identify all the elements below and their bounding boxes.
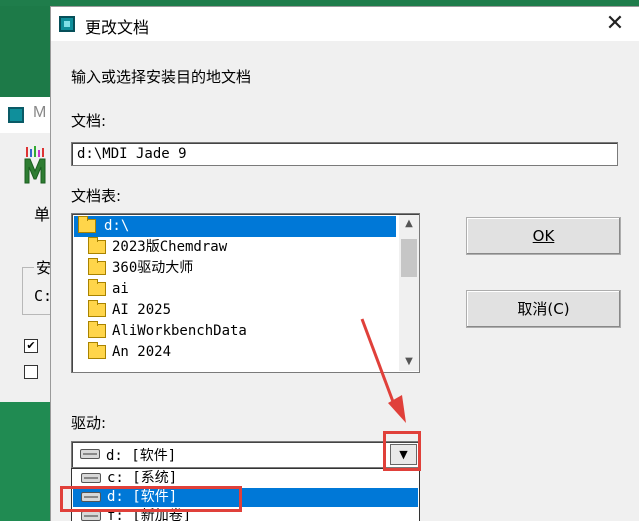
close-button[interactable]: ✕: [597, 10, 633, 38]
drive-icon: [81, 473, 101, 483]
folder-list-item[interactable]: ai: [74, 279, 398, 300]
folder-icon: [88, 237, 106, 254]
drive-icon: [81, 511, 101, 521]
folder-name: 2023版Chemdraw: [112, 239, 228, 255]
folder-name: AI 2025: [112, 302, 172, 318]
annotation-highlight-dropdown: [383, 431, 421, 471]
mdi-logo-icon: [24, 146, 46, 184]
cancel-button[interactable]: 取消(C): [466, 290, 621, 328]
instruction-text: 输入或选择安装目的地文档: [71, 68, 252, 86]
folder-icon: [88, 321, 106, 338]
folder-name: ai: [112, 281, 129, 297]
folder-name: 360驱动大师: [112, 260, 194, 276]
folder-list-label: 文档表:: [71, 187, 122, 205]
drive-select[interactable]: d: [软件] ▼: [71, 441, 420, 468]
desktop-background-strip: [0, 402, 50, 521]
ok-button-label: OK: [532, 227, 555, 245]
folder-icon: [88, 342, 106, 359]
background-checkbox-1[interactable]: ✔: [24, 339, 38, 353]
folder-open-icon: [78, 216, 96, 233]
folder-icon: [88, 258, 106, 275]
background-checkbox-2[interactable]: [24, 365, 38, 379]
folder-list-item[interactable]: 360驱动大师: [74, 258, 398, 279]
folder-path-label: 文档:: [71, 112, 107, 130]
drive-select-value: d: [软件]: [106, 448, 177, 464]
folder-name: d:\: [104, 218, 130, 234]
scroll-up-icon[interactable]: ▲: [399, 215, 419, 233]
annotation-arrow-icon: [360, 318, 406, 423]
folder-list-item[interactable]: d:\: [74, 216, 396, 237]
scroll-thumb[interactable]: [401, 239, 417, 277]
folder-path-input[interactable]: d:\MDI Jade 9: [71, 142, 618, 166]
drive-icon: [80, 449, 100, 459]
folder-list-item[interactable]: 2023版Chemdraw: [74, 237, 398, 258]
dialog-title: 更改文档: [85, 18, 150, 37]
app-icon: [59, 16, 75, 32]
app-icon: [8, 107, 24, 123]
folder-name: AliWorkbenchData: [112, 323, 247, 339]
background-window-title: M: [33, 104, 47, 121]
background-window-label: 单: [34, 205, 51, 224]
folder-icon: [88, 300, 106, 317]
drive-label: 驱动:: [71, 414, 107, 432]
ok-button[interactable]: OK: [466, 217, 621, 255]
annotation-highlight-option: [60, 486, 242, 512]
folder-name: An 2024: [112, 344, 172, 360]
folder-icon: [88, 279, 106, 296]
change-folder-dialog: 更改文档 ✕ 输入或选择安装目的地文档 文档: d:\MDI Jade 9 文档…: [50, 6, 639, 521]
dialog-titlebar[interactable]: 更改文档 ✕: [51, 7, 639, 41]
